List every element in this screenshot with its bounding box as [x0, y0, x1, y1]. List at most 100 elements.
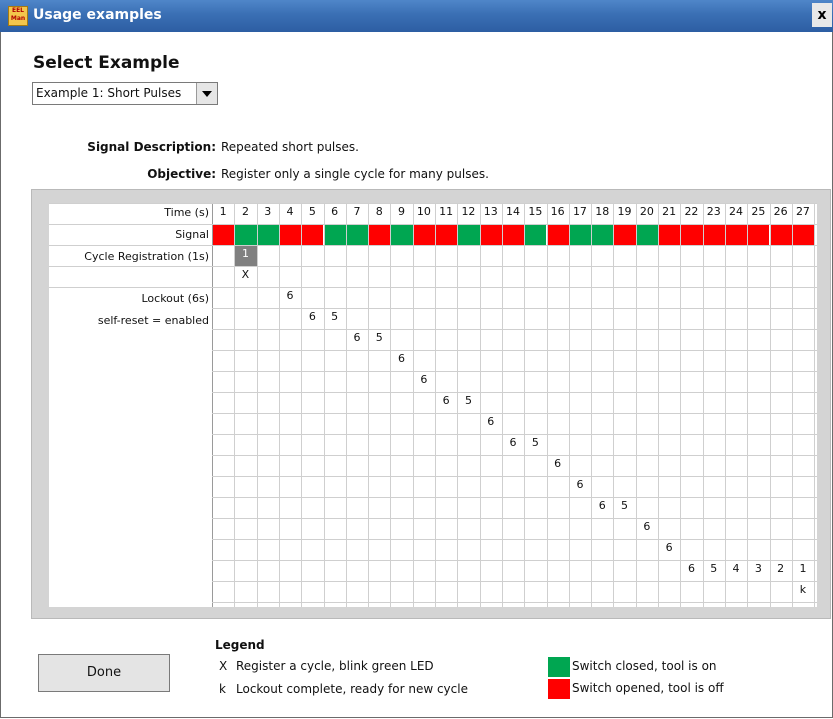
grid-vline [412, 203, 414, 607]
close-icon[interactable]: x [812, 3, 832, 27]
signal-cell [234, 224, 257, 245]
lockout-value: 6 [398, 352, 406, 365]
signal-cell [390, 224, 413, 245]
signal-cell [278, 224, 302, 245]
signal-cell [613, 224, 636, 245]
legend-text-on: Switch closed, tool is on [572, 659, 717, 673]
grid-vline [680, 203, 682, 607]
signal-cell [635, 224, 658, 245]
lockout-value: 6 [487, 415, 495, 428]
time-tick: 12 [461, 205, 476, 218]
grid-hline [49, 203, 817, 204]
signal-cell [457, 224, 480, 245]
grid-vline [546, 203, 548, 607]
lockout-row-label: Lockout (6s) [141, 292, 209, 305]
grid-vline [435, 203, 436, 607]
grid-vline [479, 203, 481, 607]
grid-hline [212, 518, 817, 519]
time-tick: 5 [308, 205, 316, 218]
lockout-value: 5 [621, 499, 629, 512]
grid-vline [791, 203, 793, 607]
time-tick: 7 [353, 205, 361, 218]
grid-hline [212, 329, 817, 330]
legend-text-off: Switch opened, tool is off [572, 681, 724, 695]
grid-vline [323, 203, 325, 607]
lockout-value: 5 [375, 331, 383, 344]
legend-swatch-off [548, 679, 570, 699]
grid-vline [256, 203, 258, 607]
signal-cell [524, 224, 547, 245]
grid-vline [345, 203, 347, 607]
cycle-marker: X [241, 268, 250, 281]
lockout-value: 6 [554, 457, 562, 470]
grid-vline [769, 203, 771, 607]
grid-hline [212, 476, 817, 477]
grid-hline [212, 455, 817, 456]
example-select[interactable]: Example 1: Short Pulses [32, 82, 218, 105]
grid-hline [212, 434, 817, 435]
signal-cell [301, 224, 324, 245]
grid-vline [635, 203, 637, 607]
lockout-value: k [799, 583, 807, 596]
lockout-value: 6 [286, 289, 294, 302]
lockout-value: 1 [799, 562, 807, 575]
legend-key-k: k [219, 682, 226, 696]
signal-cell [568, 224, 592, 245]
signal-cell [501, 224, 525, 245]
legend-key-x: X [219, 659, 228, 673]
grid-hline [212, 497, 817, 498]
grid-vline [501, 203, 503, 607]
grid-hline [212, 581, 817, 582]
time-tick: 19 [617, 205, 632, 218]
grid-vline [234, 203, 236, 607]
grid-vline [524, 203, 526, 607]
signal-description-value: Repeated short pulses. [221, 140, 359, 154]
signal-cell [212, 224, 235, 245]
lockout-value: 6 [576, 478, 584, 491]
grid-vline [278, 203, 280, 607]
time-tick: 14 [506, 205, 521, 218]
cycle-row-label: Cycle Registration (1s) [84, 250, 209, 263]
grid-vline [368, 203, 370, 607]
time-tick: 11 [439, 205, 454, 218]
time-tick: 20 [639, 205, 654, 218]
grid-vline [724, 203, 726, 607]
signal-description-label: Signal Description: [87, 140, 216, 154]
grid-vline [702, 203, 704, 607]
lockout-value: 6 [509, 436, 517, 449]
cycle-cell: 1 [234, 245, 257, 266]
legend-text-x: Register a cycle, blink green LED [236, 659, 434, 673]
signal-cell [680, 224, 703, 245]
lockout-value: 2 [777, 562, 785, 575]
objective-label: Objective: [147, 167, 216, 181]
time-tick: 6 [331, 205, 339, 218]
lockout-value: 6 [420, 373, 428, 386]
time-tick: 10 [416, 205, 431, 218]
signal-cell [747, 224, 770, 245]
chevron-down-icon[interactable] [196, 83, 217, 104]
grid-vline [457, 203, 459, 607]
page-title: Select Example [33, 53, 180, 73]
grid-hline [212, 539, 817, 540]
objective-value: Register only a single cycle for many pu… [221, 167, 489, 181]
title-bar: EEL Man Usage examples x [0, 0, 833, 32]
grid-hline [49, 224, 817, 225]
signal-cell [658, 224, 681, 245]
lockout-value: 5 [531, 436, 539, 449]
grid-vline [658, 203, 659, 607]
grid-hline [212, 413, 817, 414]
time-tick: 23 [706, 205, 721, 218]
lockout-value: 6 [643, 520, 651, 533]
grid-hline [49, 245, 817, 246]
legend-title: Legend [215, 638, 265, 652]
lockout-value: 6 [687, 562, 695, 575]
time-tick: 24 [729, 205, 744, 218]
signal-cell [345, 224, 369, 245]
app-icon: EEL Man [8, 6, 28, 26]
time-row-label: Time (s) [164, 206, 209, 219]
done-button[interactable]: Done [38, 654, 170, 692]
time-tick: 13 [483, 205, 498, 218]
time-tick: 4 [286, 205, 294, 218]
legend-text-k: Lockout complete, ready for new cycle [236, 682, 468, 696]
timeline-grid: Time (s) Signal Cycle Registration (1s) … [49, 203, 817, 607]
